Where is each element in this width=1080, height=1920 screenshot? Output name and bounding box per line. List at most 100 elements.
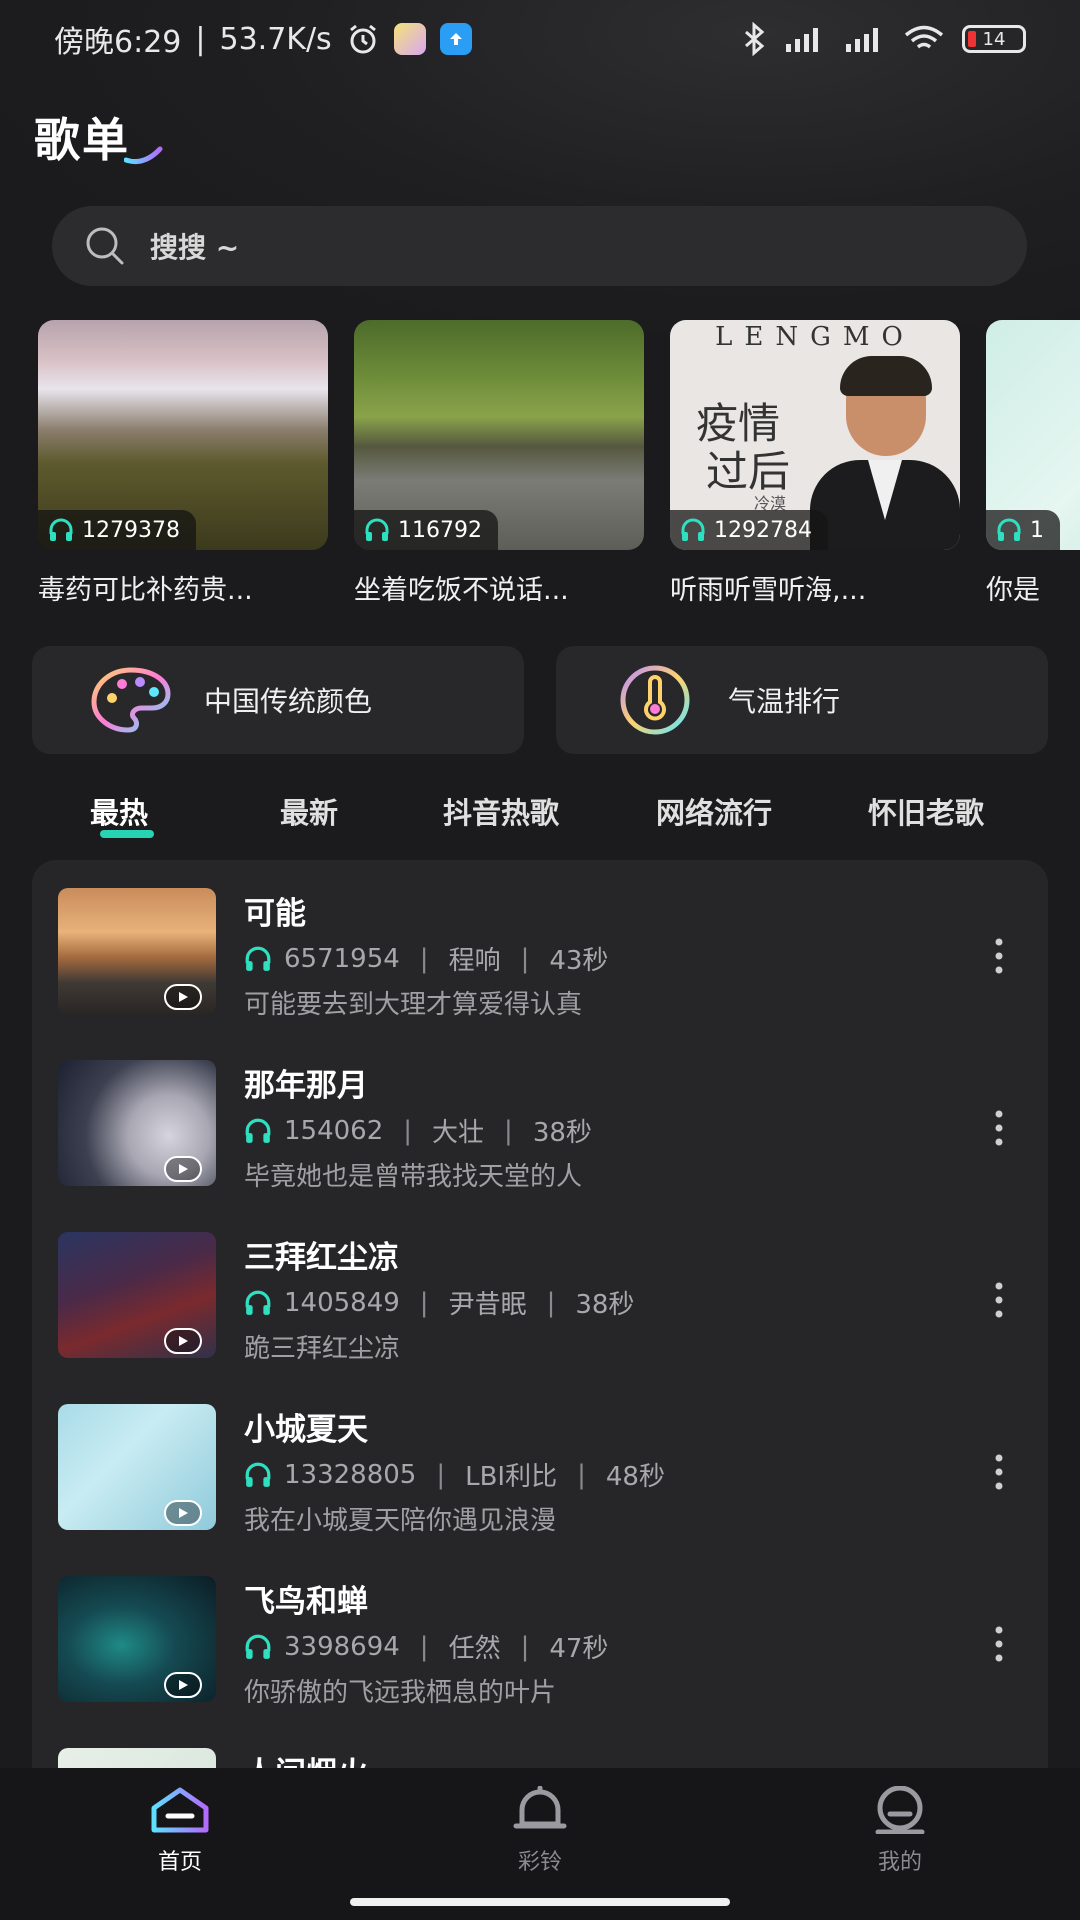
headphones-icon: [49, 518, 73, 541]
headphones-icon: [997, 518, 1021, 541]
play-count-badge: 1279378: [38, 510, 196, 550]
playlist-title: 坐着吃饭不说话...: [354, 575, 569, 606]
song-row[interactable]: 小城夏天 13328805 | LBI利比 | 48秒 我在小城夏天陪你遇见浪漫: [32, 1376, 1048, 1548]
meta-separator: |: [419, 1631, 429, 1662]
nav-profile[interactable]: 我的: [830, 1785, 970, 1876]
play-icon[interactable]: [164, 1328, 202, 1354]
song-artist: 尹昔眠: [448, 1290, 527, 1320]
nav-ringtone-label: 彩铃: [517, 1850, 562, 1875]
playlist-card[interactable]: 116792 坐着吃饭不说话...: [354, 320, 644, 607]
app-notification-icon: [393, 23, 426, 55]
active-tab-indicator: [100, 830, 154, 838]
wifi-icon: [904, 25, 944, 49]
song-meta: 154062 | 大壮 | 38秒: [244, 1112, 592, 1149]
bluetooth-icon: [745, 22, 765, 56]
tab-oldies[interactable]: 怀旧老歌: [868, 790, 984, 832]
network-speed: 53.7K/s: [219, 21, 332, 57]
headphones-icon: [245, 1462, 271, 1487]
song-title: 小城夏天: [244, 1412, 368, 1448]
play-icon[interactable]: [164, 984, 202, 1010]
song-cover: [58, 1060, 216, 1186]
nav-home[interactable]: 首页: [110, 1786, 250, 1876]
cover-brand-text: LENGMO: [715, 322, 915, 352]
category-tabs: 最热 最新 抖音热歌 网络流行 怀旧老歌: [0, 780, 1080, 850]
meta-separator: |: [546, 1287, 556, 1318]
more-options-icon[interactable]: [994, 1108, 1004, 1148]
signal-2-icon: [846, 28, 878, 52]
song-plays: 6571954: [284, 943, 400, 974]
headphones-icon: [245, 946, 271, 971]
song-duration: 48秒: [605, 1462, 665, 1492]
song-title: 三拜红尘凉: [244, 1240, 399, 1276]
song-meta: 3398694 | 任然 | 47秒: [244, 1628, 608, 1665]
play-icon[interactable]: [164, 1156, 202, 1182]
profile-icon: [875, 1785, 925, 1835]
song-cover: [58, 1576, 216, 1702]
song-title: 那年那月: [244, 1068, 368, 1104]
song-title: 飞鸟和蝉: [244, 1584, 368, 1620]
headphones-icon: [245, 1634, 271, 1659]
song-lyric: 我在小城夏天陪你遇见浪漫: [244, 1506, 557, 1536]
play-icon[interactable]: [164, 1500, 202, 1526]
song-row[interactable]: 三拜红尘凉 1405849 | 尹昔眠 | 38秒 跪三拜红尘凉: [32, 1204, 1048, 1376]
song-row[interactable]: 那年那月 154062 | 大壮 | 38秒 毕竟她也是曾带我找天堂的人: [32, 1032, 1048, 1204]
tab-newest[interactable]: 最新: [280, 790, 338, 832]
playlist-carousel[interactable]: 1279378 毒药可比补药贵... 116792 坐着吃饭不说话... LEN…: [38, 320, 1080, 610]
nav-profile-label: 我的: [877, 1850, 922, 1875]
play-count-badge: 1292784: [670, 510, 828, 550]
play-icon[interactable]: [164, 1672, 202, 1698]
traditional-colors-button[interactable]: 中国传统颜色: [32, 646, 524, 754]
song-plays: 1405849: [284, 1287, 400, 1318]
palette-icon: [91, 667, 171, 733]
meta-separator: |: [520, 943, 530, 974]
temperature-ranking-button[interactable]: 气温排行: [556, 646, 1048, 754]
tab-hottest[interactable]: 最热: [90, 790, 148, 832]
more-options-icon[interactable]: [994, 936, 1004, 976]
playlist-cover: 1279378: [38, 320, 328, 550]
play-count-badge: 1: [986, 510, 1060, 550]
song-list[interactable]: 可能 6571954 | 程响 | 43秒 可能要去到大理才算爱得认真 那年那月…: [32, 860, 1048, 1780]
meta-separator: |: [419, 1287, 429, 1318]
playlist-card[interactable]: 1 你是: [986, 320, 1080, 607]
bell-icon: [513, 1785, 567, 1829]
song-duration: 38秒: [532, 1118, 592, 1148]
tab-internet-popular[interactable]: 网络流行: [656, 790, 772, 832]
meta-separator: |: [436, 1459, 446, 1490]
more-options-icon[interactable]: [994, 1280, 1004, 1320]
alarm-icon: [349, 24, 376, 54]
song-plays: 13328805: [284, 1459, 417, 1490]
song-row[interactable]: 可能 6571954 | 程响 | 43秒 可能要去到大理才算爱得认真: [32, 860, 1048, 1032]
play-count: 1292784: [714, 517, 812, 543]
song-lyric: 跪三拜红尘凉: [244, 1334, 401, 1364]
battery-indicator: 14: [962, 25, 1026, 53]
song-artist: LBI利比: [465, 1462, 558, 1492]
playlist-cover: LENGMO 疫情 过后 冷漠 1292784: [670, 320, 960, 550]
meta-separator: |: [520, 1631, 530, 1662]
status-bar: 傍晚6:29 | 53.7K/s 14: [0, 0, 1080, 78]
meta-separator: |: [577, 1459, 586, 1490]
playlist-title: 听雨听雪听海,...: [670, 575, 867, 606]
song-meta: 13328805 | LBI利比 | 48秒: [244, 1456, 665, 1493]
song-meta: 6571954 | 程响 | 43秒: [244, 940, 608, 977]
playlist-card[interactable]: LENGMO 疫情 过后 冷漠 1292784 听雨听雪听海,...: [670, 320, 960, 607]
playlist-card[interactable]: 1279378 毒药可比补药贵...: [38, 320, 328, 607]
song-duration: 43秒: [549, 946, 609, 976]
playlist-title: 毒药可比补药贵...: [38, 575, 253, 606]
search-bar[interactable]: 搜搜 ~: [52, 206, 1027, 286]
nav-ringtone[interactable]: 彩铃: [470, 1785, 610, 1876]
feature-label: 中国传统颜色: [204, 685, 373, 718]
status-time: 傍晚6:29: [54, 25, 182, 60]
more-options-icon[interactable]: [994, 1452, 1004, 1492]
song-row[interactable]: 飞鸟和蝉 3398694 | 任然 | 47秒 你骄傲的飞远我栖息的叶片: [32, 1548, 1048, 1720]
more-options-icon[interactable]: [994, 1624, 1004, 1664]
playlist-cover: 1: [986, 320, 1080, 550]
signal-1-icon: [786, 28, 818, 52]
gesture-home-bar[interactable]: [350, 1898, 730, 1906]
title-swoosh-decoration: [124, 146, 163, 165]
cover-portrait: [810, 356, 960, 550]
meta-separator: |: [419, 943, 429, 974]
song-lyric: 你骄傲的飞远我栖息的叶片: [244, 1678, 557, 1708]
status-separator: |: [195, 21, 206, 57]
song-cover: [58, 888, 216, 1014]
tab-douyin-hits[interactable]: 抖音热歌: [443, 790, 559, 832]
